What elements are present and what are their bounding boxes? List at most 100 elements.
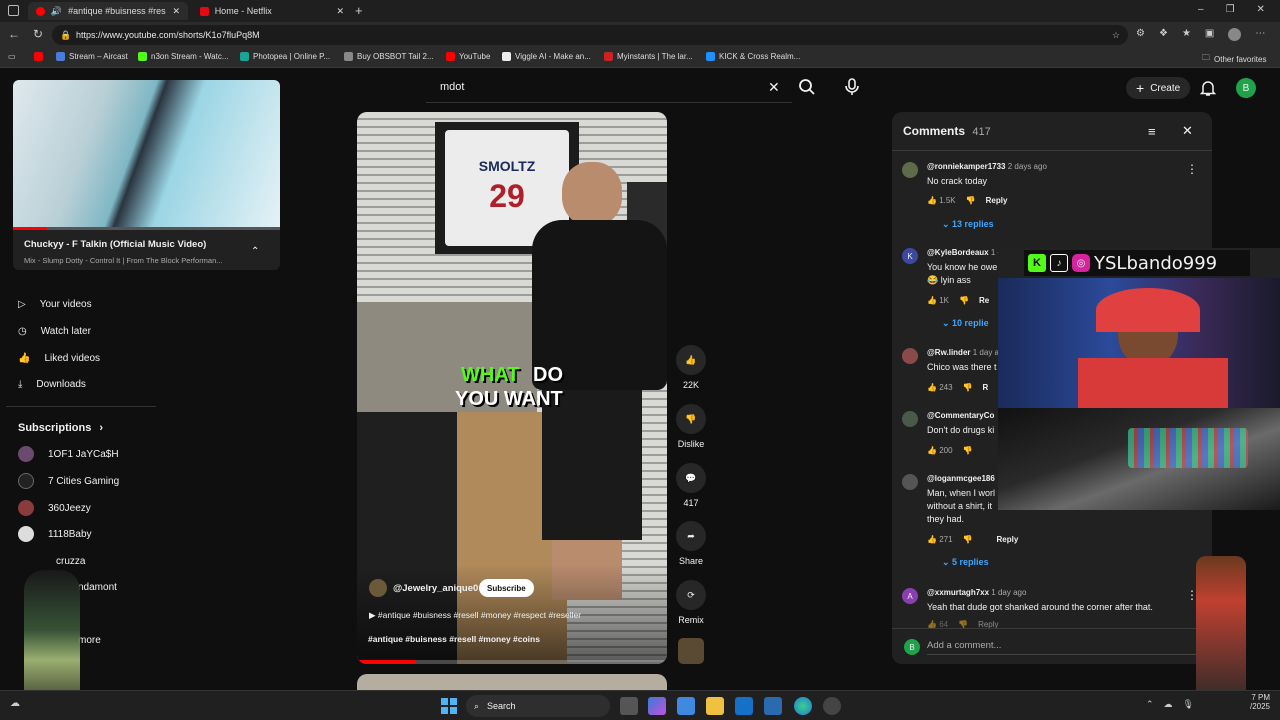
dislike-button[interactable]: 👎 Dislike <box>668 404 714 449</box>
short-description[interactable]: ▶ #antique #buisness #resell #money #res… <box>369 610 581 621</box>
avatar[interactable] <box>902 348 918 364</box>
reply-button[interactable]: Reply <box>986 196 1008 205</box>
add-comment-input[interactable]: Add a comment... <box>927 640 1197 655</box>
favorites-icon[interactable]: ★ <box>1182 28 1191 41</box>
short-hashtags[interactable]: #antique #buisness #resell #money #coins <box>368 634 540 644</box>
bookmark-item[interactable]: Photopea | Online P... <box>240 52 330 61</box>
sidebar-item-subscription[interactable]: 360Jeezy <box>18 498 91 518</box>
cloud-icon[interactable]: ☁ <box>1164 699 1173 710</box>
channel-name[interactable]: @Jewelry_anique0 <box>393 583 478 594</box>
close-tab-icon[interactable]: ✕ <box>172 6 180 17</box>
comment-author[interactable]: @KyleBordeaux 1 d <box>927 248 1002 257</box>
tab-youtube-short[interactable]: 🔊 #antique #buisness #resell ✕ <box>28 2 188 20</box>
miniplayer[interactable]: Chuckyy - F Talkin (Official Music Video… <box>13 80 280 270</box>
view-replies-button[interactable]: ⌄ 13 replies <box>942 219 994 230</box>
extensions-icon[interactable]: ⚙ <box>1136 28 1145 41</box>
chevron-up-icon[interactable]: ⌃ <box>1146 699 1154 710</box>
create-button[interactable]: + Create <box>1126 77 1191 99</box>
other-favorites[interactable]: 🗀 Other favorites <box>1202 52 1266 66</box>
subscriptions-header[interactable]: Subscriptions › <box>18 418 103 438</box>
sidebar-item-subscription[interactable]: ndamont <box>78 577 117 597</box>
refresh-icon[interactable]: ↻ <box>33 27 43 41</box>
profile-icon[interactable] <box>1228 28 1242 41</box>
dislike-comment-icon[interactable]: 👎 <box>966 196 976 205</box>
photos-icon[interactable] <box>764 697 782 715</box>
view-replies-button[interactable]: ⌄ 5 replies <box>942 557 989 568</box>
comment-author[interactable]: @xxmurtagh7xx 1 day ago <box>927 588 1026 597</box>
outlook-icon[interactable] <box>735 697 753 715</box>
short-progress-bar[interactable] <box>357 660 667 664</box>
miniplayer-progress[interactable] <box>13 227 280 230</box>
bookmark-youtube-icon[interactable] <box>34 52 43 61</box>
comment-more-icon[interactable]: ⋮ <box>1186 162 1198 176</box>
remix-button[interactable]: ⟳ Remix <box>668 580 714 625</box>
sidebar-item-downloads[interactable]: ⤓ Downloads <box>18 374 86 394</box>
store-icon[interactable] <box>677 697 695 715</box>
reply-button[interactable]: Re <box>979 296 989 305</box>
close-window-icon[interactable]: ✕ <box>1257 4 1265 15</box>
edge-icon[interactable] <box>794 697 812 715</box>
like-button[interactable]: 👍 22K <box>668 345 714 390</box>
avatar[interactable]: K <box>902 248 918 264</box>
back-icon[interactable]: ← <box>8 27 20 41</box>
collections-icon[interactable]: ❖ <box>1159 28 1168 41</box>
weather-icon[interactable]: ☁ <box>10 698 20 709</box>
sidebar-item-subscription[interactable]: 7 Cities Gaming <box>18 471 119 491</box>
new-tab-icon[interactable]: + <box>355 3 363 18</box>
chevron-up-icon[interactable]: ⌃ <box>251 246 259 257</box>
channel-avatar[interactable] <box>369 579 387 597</box>
avatar[interactable] <box>902 411 918 427</box>
clock[interactable]: 7 PM /2025 <box>1240 693 1270 711</box>
close-tab-icon[interactable]: ✕ <box>336 6 344 17</box>
bookmark-item[interactable]: Stream – Aircast <box>56 52 128 61</box>
bookmark-item[interactable]: Buy OBSBOT Tail 2... <box>344 52 434 61</box>
obs-icon[interactable] <box>823 697 841 715</box>
task-view-icon[interactable] <box>620 697 638 715</box>
avatar[interactable]: B <box>1236 78 1256 98</box>
dislike-comment-icon[interactable]: 👎 <box>959 296 969 305</box>
avatar[interactable]: A <box>902 588 918 604</box>
more-icon[interactable]: ⋯ <box>1255 28 1265 41</box>
miniplayer-video[interactable] <box>13 80 280 230</box>
audio-thumbnail[interactable] <box>678 638 704 664</box>
tab-actions-icon[interactable] <box>8 5 19 16</box>
miniplayer-title[interactable]: Chuckyy - F Talkin (Official Music Video… <box>24 239 206 250</box>
sidebar-item-subscription[interactable]: 1118Baby <box>18 524 92 544</box>
show-more-button[interactable]: more <box>78 630 101 650</box>
minimize-icon[interactable]: – <box>1198 4 1204 15</box>
tab-netflix[interactable]: Home - Netflix ✕ <box>192 2 352 20</box>
like-comment-button[interactable]: 👍 1K <box>927 296 949 305</box>
taskbar-search[interactable]: ⌕ Search <box>466 695 610 717</box>
reply-button[interactable]: R <box>983 383 989 392</box>
subscribe-button[interactable]: Subscribe <box>479 579 534 597</box>
sidebar-item-liked-videos[interactable]: 👍 Liked videos <box>18 348 100 368</box>
reply-button[interactable]: Reply <box>997 535 1019 544</box>
favorite-star-icon[interactable]: ☆ <box>1112 25 1120 45</box>
comment-author[interactable]: @loganmcgee186 <box>927 474 995 483</box>
maximize-icon[interactable]: ❐ <box>1226 4 1235 15</box>
search-icon[interactable] <box>798 78 816 96</box>
clear-search-icon[interactable]: ✕ <box>768 79 780 96</box>
bookmark-item[interactable]: YouTube <box>446 52 490 61</box>
dislike-comment-icon[interactable]: 👎 <box>963 446 973 455</box>
split-screen-icon[interactable]: ▣ <box>1205 28 1214 41</box>
next-short-preview[interactable] <box>357 674 667 690</box>
like-comment-button[interactable]: 👍 243 <box>927 383 953 392</box>
bookmark-item[interactable]: n3on Stream - Watc... <box>138 52 229 61</box>
like-comment-button[interactable]: 👍 271 <box>927 535 953 544</box>
windows-start-icon[interactable] <box>440 697 458 715</box>
bookmark-item[interactable]: Viggle AI - Make an... <box>502 52 591 61</box>
dislike-comment-icon[interactable]: 👎 <box>963 535 973 544</box>
bookmark-item[interactable]: KICK & Cross Realm... <box>706 52 800 61</box>
view-replies-button[interactable]: ⌄ 10 replie <box>942 318 989 329</box>
notifications-bell-icon[interactable] <box>1200 79 1216 97</box>
sidebar-item-your-videos[interactable]: ▷ Your videos <box>18 294 92 314</box>
avatar[interactable] <box>902 474 918 490</box>
avatar[interactable] <box>902 162 918 178</box>
sidebar-item-subscription[interactable]: cruzza <box>56 551 85 571</box>
dislike-comment-icon[interactable]: 👎 <box>963 383 973 392</box>
sort-icon[interactable]: ≡ <box>1148 124 1156 139</box>
microphone-icon[interactable]: 🎙 <box>1183 699 1194 710</box>
like-comment-button[interactable]: 👍 200 <box>927 446 953 455</box>
like-comment-button[interactable]: 👍 1.5K <box>927 196 956 205</box>
